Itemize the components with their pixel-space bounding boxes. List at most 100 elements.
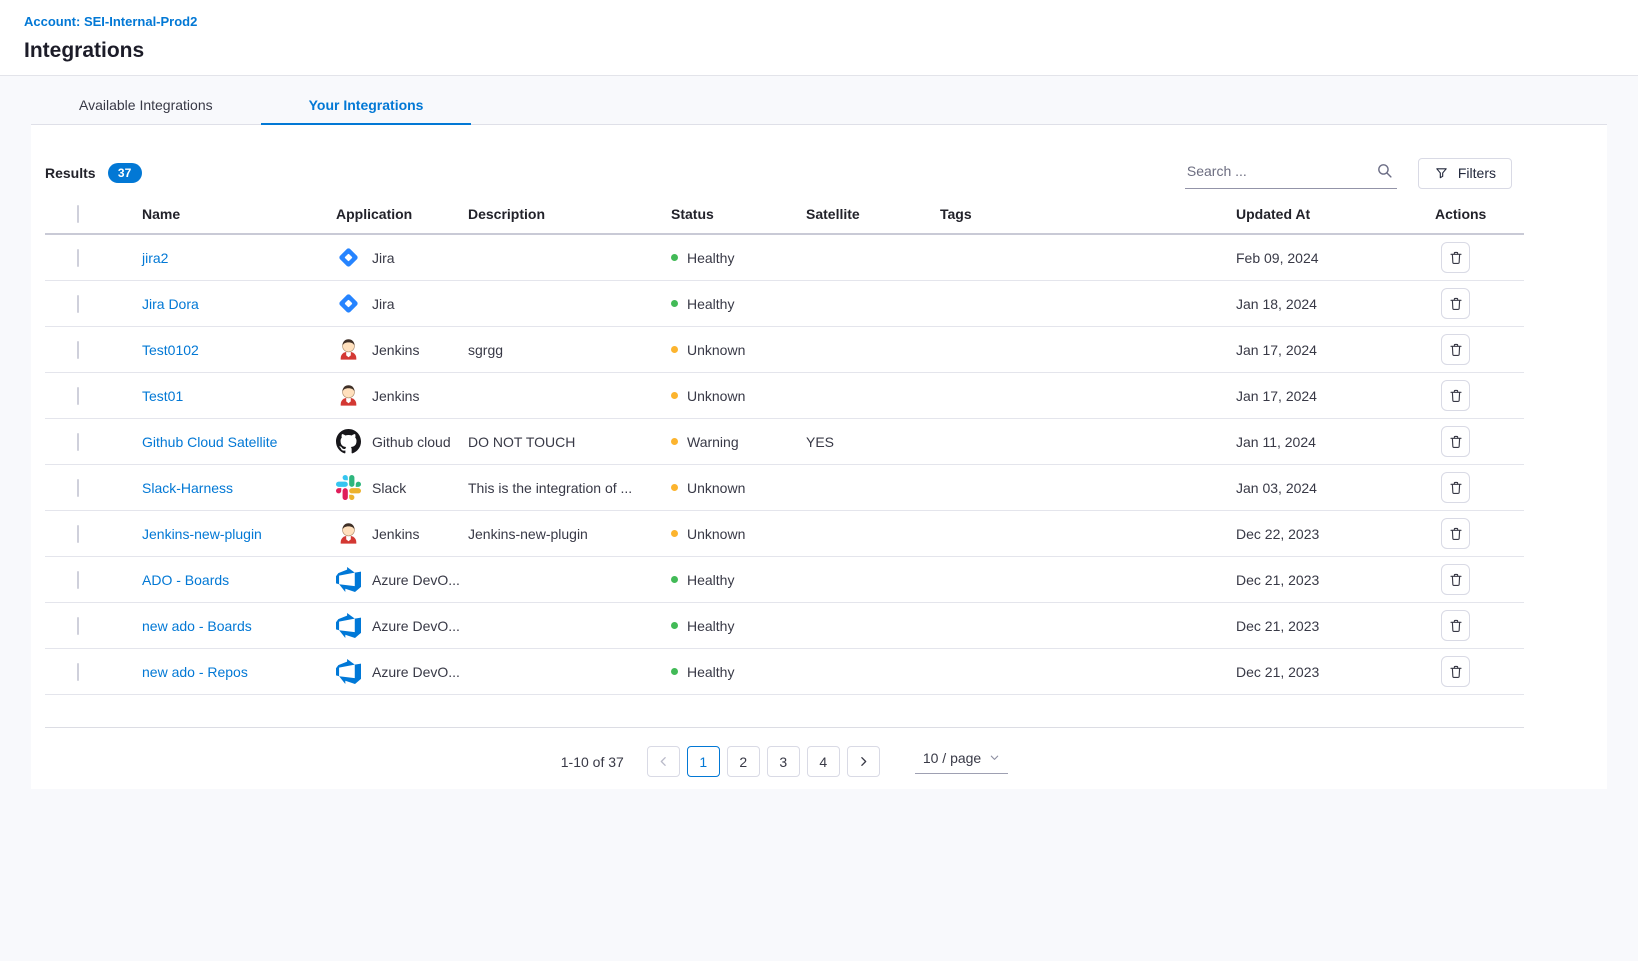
row-checkbox[interactable] <box>77 341 79 359</box>
integration-name-link[interactable]: new ado - Boards <box>142 618 252 634</box>
trash-icon <box>1448 664 1464 680</box>
trash-icon <box>1448 342 1464 358</box>
status-dot-icon <box>671 254 678 261</box>
status-cell: Healthy <box>671 618 806 634</box>
updated-at-cell: Dec 22, 2023 <box>1236 526 1435 542</box>
delete-button[interactable] <box>1441 242 1470 273</box>
filters-button[interactable]: Filters <box>1418 158 1512 189</box>
application-icon <box>336 521 361 546</box>
page-button-3[interactable]: 3 <box>767 746 800 777</box>
application-icon <box>336 429 361 454</box>
filter-funnel-icon <box>1434 166 1449 181</box>
delete-button[interactable] <box>1441 380 1470 411</box>
table-body: jira2 Jira Healthy Feb 09, 2024 Jira Dor… <box>45 235 1524 695</box>
application-label: Azure DevO... <box>372 572 460 588</box>
previous-page-button[interactable] <box>647 746 680 777</box>
integrations-panel: Results 37 Filters Name Application Des <box>31 125 1607 789</box>
page-button-2[interactable]: 2 <box>727 746 760 777</box>
integration-name-link[interactable]: Slack-Harness <box>142 480 233 496</box>
row-checkbox[interactable] <box>77 387 79 405</box>
account-breadcrumb-link[interactable]: Account: SEI-Internal-Prod2 <box>24 14 1638 29</box>
updated-at-cell: Dec 21, 2023 <box>1236 664 1435 680</box>
trash-icon <box>1448 572 1464 588</box>
application-icon <box>336 337 361 362</box>
row-checkbox[interactable] <box>77 479 79 497</box>
page-size-select[interactable]: 10 / page <box>915 750 1008 774</box>
delete-button[interactable] <box>1441 472 1470 503</box>
tab-bar: Available Integrations Your Integrations <box>31 76 1607 125</box>
tab-your-integrations[interactable]: Your Integrations <box>261 97 472 124</box>
delete-button[interactable] <box>1441 518 1470 549</box>
updated-at-cell: Jan 11, 2024 <box>1236 434 1435 450</box>
page-button-1[interactable]: 1 <box>687 746 720 777</box>
page-buttons: 1234 <box>687 746 840 777</box>
trash-icon <box>1448 250 1464 266</box>
status-dot-icon <box>671 484 678 491</box>
trash-icon <box>1448 480 1464 496</box>
row-checkbox[interactable] <box>77 663 79 681</box>
row-checkbox[interactable] <box>77 295 79 313</box>
results-summary: Results 37 <box>45 157 142 183</box>
application-label: Slack <box>372 480 406 496</box>
row-checkbox[interactable] <box>77 433 79 451</box>
status-dot-icon <box>671 392 678 399</box>
chevron-left-icon <box>657 755 670 768</box>
status-dot-icon <box>671 438 678 445</box>
chevron-right-icon <box>857 755 870 768</box>
delete-button[interactable] <box>1441 288 1470 319</box>
table-header-row: Name Application Description Status Sate… <box>45 195 1524 235</box>
updated-at-cell: Jan 17, 2024 <box>1236 388 1435 404</box>
integration-name-link[interactable]: Jira Dora <box>142 296 199 312</box>
description-cell: sgrgg <box>468 342 671 358</box>
pagination-range-label: 1-10 of 37 <box>561 754 624 770</box>
integration-name-link[interactable]: ADO - Boards <box>142 572 229 588</box>
filters-button-label: Filters <box>1458 165 1496 181</box>
column-header-application: Application <box>336 206 468 222</box>
column-header-name: Name <box>142 206 336 222</box>
delete-button[interactable] <box>1441 610 1470 641</box>
description-cell: This is the integration of ... <box>468 480 671 496</box>
status-label: Healthy <box>687 572 734 588</box>
integration-name-link[interactable]: Jenkins-new-plugin <box>142 526 262 542</box>
page-button-4[interactable]: 4 <box>807 746 840 777</box>
status-label: Warning <box>687 434 739 450</box>
status-label: Unknown <box>687 342 745 358</box>
trash-icon <box>1448 388 1464 404</box>
row-checkbox[interactable] <box>77 249 79 267</box>
select-all-checkbox[interactable] <box>77 205 79 223</box>
table-row: Github Cloud Satellite Github cloud DO N… <box>45 419 1524 465</box>
status-dot-icon <box>671 346 678 353</box>
table-row: jira2 Jira Healthy Feb 09, 2024 <box>45 235 1524 281</box>
delete-button[interactable] <box>1441 334 1470 365</box>
status-dot-icon <box>671 622 678 629</box>
column-header-actions: Actions <box>1435 206 1524 222</box>
tab-available-integrations[interactable]: Available Integrations <box>31 97 261 124</box>
integration-name-link[interactable]: jira2 <box>142 250 168 266</box>
row-checkbox[interactable] <box>77 571 79 589</box>
row-checkbox[interactable] <box>77 617 79 635</box>
integration-name-link[interactable]: Github Cloud Satellite <box>142 434 277 450</box>
trash-icon <box>1448 526 1464 542</box>
delete-button[interactable] <box>1441 426 1470 457</box>
status-cell: Healthy <box>671 664 806 680</box>
application-label: Jira <box>372 250 395 266</box>
application-icon <box>336 291 361 316</box>
chevron-down-icon <box>989 752 1000 763</box>
updated-at-cell: Dec 21, 2023 <box>1236 572 1435 588</box>
table-row: Slack-Harness Slack This is the integrat… <box>45 465 1524 511</box>
integration-name-link[interactable]: Test0102 <box>142 342 199 358</box>
delete-button[interactable] <box>1441 564 1470 595</box>
next-page-button[interactable] <box>847 746 880 777</box>
description-cell: Jenkins-new-plugin <box>468 526 671 542</box>
integration-name-link[interactable]: new ado - Repos <box>142 664 248 680</box>
status-dot-icon <box>671 668 678 675</box>
column-header-description: Description <box>468 206 671 222</box>
status-cell: Healthy <box>671 250 806 266</box>
application-icon <box>336 613 361 638</box>
search-input[interactable] <box>1185 157 1397 189</box>
delete-button[interactable] <box>1441 656 1470 687</box>
updated-at-cell: Jan 17, 2024 <box>1236 342 1435 358</box>
row-checkbox[interactable] <box>77 525 79 543</box>
status-cell: Healthy <box>671 572 806 588</box>
integration-name-link[interactable]: Test01 <box>142 388 183 404</box>
